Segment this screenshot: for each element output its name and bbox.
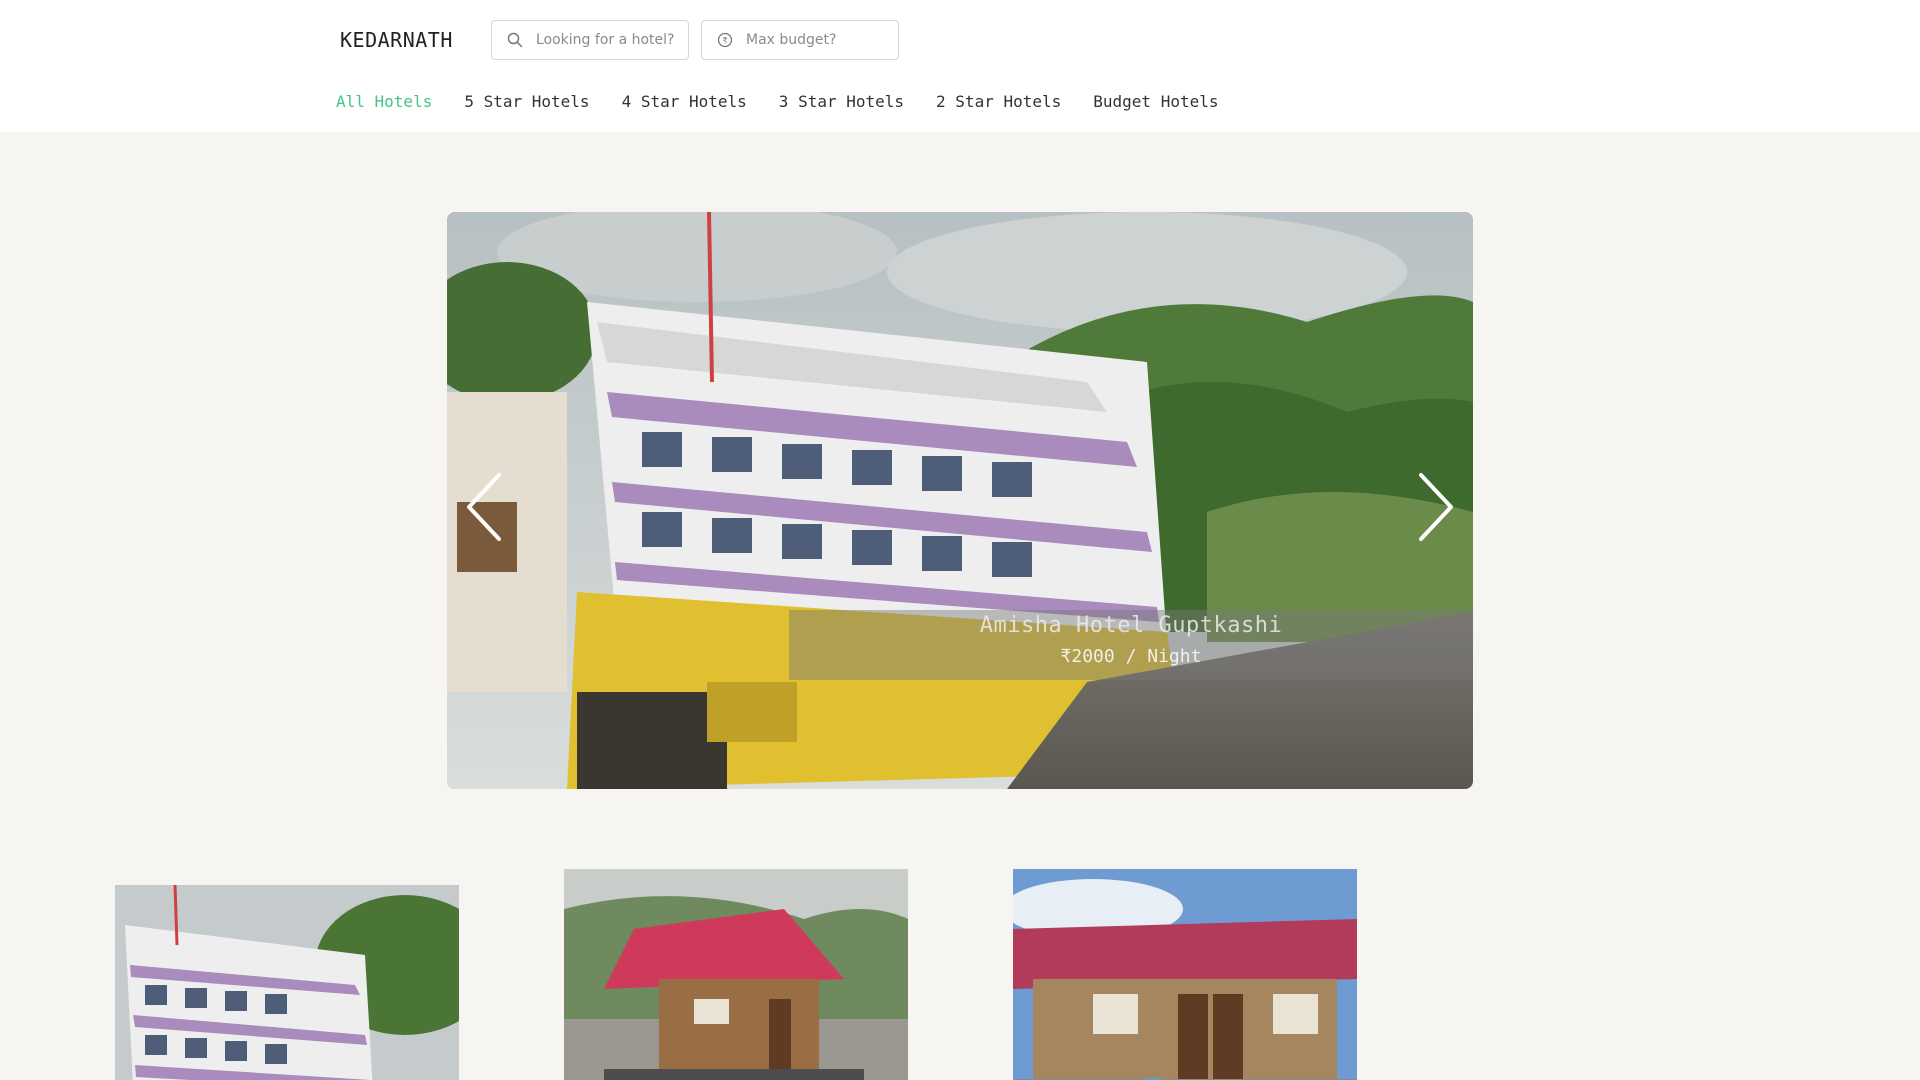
nav-4-star-hotels[interactable]: 4 Star Hotels: [622, 92, 747, 111]
nav-budget-hotels[interactable]: Budget Hotels: [1093, 92, 1218, 111]
svg-text:₹: ₹: [722, 36, 727, 45]
hotel-search-field[interactable]: [491, 20, 689, 60]
hotel-category-nav: All Hotels 5 Star Hotels 4 Star Hotels 3…: [336, 92, 1219, 111]
hotel-carousel-image: [447, 212, 1473, 789]
currency-icon: ₹: [716, 31, 734, 49]
carousel-next-button[interactable]: [1405, 467, 1465, 547]
carousel-hotel-name[interactable]: Amisha Hotel Guptkashi: [789, 613, 1473, 638]
hotel-card-thumbnail-3[interactable]: [1013, 869, 1357, 1080]
carousel-caption: Amisha Hotel Guptkashi ₹2000 / Night: [789, 610, 1473, 680]
nav-2-star-hotels[interactable]: 2 Star Hotels: [936, 92, 1061, 111]
top-header: KEDARNATH ₹ All Hotels 5 Star Hotels 4 S…: [0, 0, 1920, 132]
wooden-hut-red-roof-photo: [564, 869, 908, 1080]
hotel-card-thumbnail-1[interactable]: [115, 885, 459, 1080]
brand-logo[interactable]: KEDARNATH: [340, 28, 453, 52]
cottage-red-roof-photo: [1013, 869, 1357, 1080]
nav-5-star-hotels[interactable]: 5 Star Hotels: [464, 92, 589, 111]
chevron-right-icon: [1419, 473, 1453, 541]
nav-all-hotels[interactable]: All Hotels: [336, 92, 432, 111]
carousel-hotel-price: ₹2000 / Night: [1060, 646, 1202, 667]
search-icon: [506, 31, 524, 49]
hotel-card-thumbnail-2[interactable]: [564, 869, 908, 1080]
hotel-search-input[interactable]: [536, 32, 686, 48]
hotel-carousel[interactable]: Amisha Hotel Guptkashi ₹2000 / Night: [447, 212, 1473, 789]
carousel-prev-button[interactable]: [455, 467, 515, 547]
chevron-left-icon: [467, 473, 501, 541]
nav-3-star-hotels[interactable]: 3 Star Hotels: [779, 92, 904, 111]
budget-search-field[interactable]: ₹: [701, 20, 899, 60]
budget-input[interactable]: [746, 32, 896, 48]
multi-storey-white-hotel-photo: [115, 885, 459, 1080]
